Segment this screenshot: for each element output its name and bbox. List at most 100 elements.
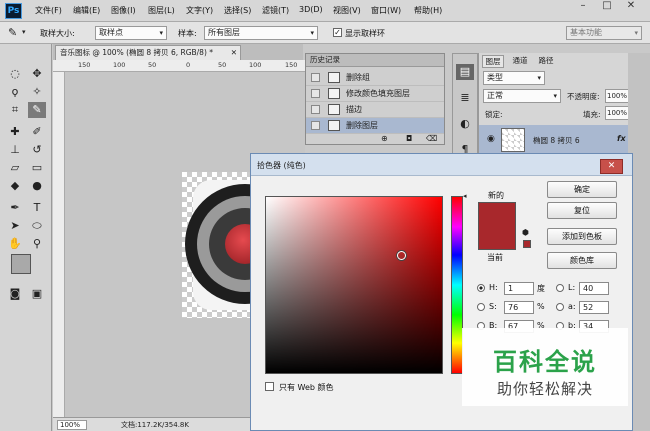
stamp-tool-icon[interactable]: ⊥ — [6, 142, 24, 158]
history-item[interactable]: 删除组 — [306, 70, 444, 86]
history-checkbox[interactable] — [311, 73, 320, 82]
new-document-from-state-icon[interactable]: ⊕ — [381, 134, 388, 143]
properties-panel-icon[interactable]: ≣ — [456, 90, 474, 106]
ok-button[interactable]: 确定 — [547, 181, 617, 198]
add-to-swatches-button[interactable]: 添加到色板 — [547, 228, 617, 245]
menu-3d[interactable]: 3D(D) — [299, 5, 323, 14]
show-ring-checkbox[interactable]: ✓ — [333, 28, 342, 37]
color-preview — [478, 202, 516, 250]
marquee-tool-icon[interactable]: ◌ — [6, 66, 24, 82]
eyedropper-tool-icon[interactable]: ✎ — [28, 102, 46, 118]
color-libraries-button[interactable]: 颜色库 — [547, 252, 617, 269]
move-tool-icon[interactable]: ✥ — [28, 66, 46, 82]
foreground-color-swatch[interactable] — [11, 254, 31, 274]
hand-tool-icon[interactable]: ✋ — [6, 236, 24, 252]
saturation-brightness-field[interactable] — [265, 196, 443, 374]
eye-visibility-icon[interactable]: ◉ — [487, 134, 495, 144]
lab-l-input[interactable]: 40 — [579, 282, 609, 295]
document-info[interactable]: 文档:117.2K/354.8K — [121, 420, 189, 430]
gradient-tool-icon[interactable]: ▭ — [28, 160, 46, 176]
snapshot-camera-icon[interactable]: ◘ — [406, 134, 412, 143]
current-color-swatch[interactable] — [479, 226, 515, 249]
lab-a-input[interactable]: 52 — [579, 301, 609, 314]
window-close-button[interactable]: ✕ — [620, 0, 642, 14]
eyedropper-icon[interactable]: ✎ — [8, 26, 17, 39]
saturation-input[interactable]: 76 — [504, 301, 534, 314]
sample-dropdown[interactable]: 所有图层 ▾ — [204, 26, 318, 40]
sample-size-dropdown[interactable]: 取样点 ▾ — [95, 26, 167, 40]
menu-window[interactable]: 窗口(W) — [371, 5, 401, 16]
web-safe-swatch[interactable] — [523, 240, 531, 248]
screen-mode-icon[interactable]: ▣ — [28, 286, 46, 302]
history-panel: 历史记录 删除组 修改颜色填充图层 描边 删除图层 ⊕ ◘ ⌫ — [305, 53, 445, 145]
tool-preset-chevron-icon[interactable]: ▾ — [22, 28, 26, 36]
menu-file[interactable]: 文件(F) — [35, 5, 62, 16]
hue-radio[interactable] — [477, 284, 485, 292]
layer-row-selected[interactable]: ◉ 椭圆 8 拷贝 6 fx — [479, 125, 629, 155]
crop-tool-icon[interactable]: ⌗ — [6, 102, 24, 118]
history-checkbox[interactable] — [311, 105, 320, 114]
minimize-button[interactable]: – — [572, 0, 594, 14]
menu-layer[interactable]: 图层(L) — [148, 5, 175, 16]
color-picker-circle-icon[interactable] — [397, 251, 406, 260]
zoom-tool-icon[interactable]: ⚲ — [28, 236, 46, 252]
brush-tool-icon[interactable]: ✐ — [28, 124, 46, 140]
ellipse-tool-icon[interactable]: ⬭ — [28, 218, 46, 234]
zoom-field[interactable]: 100% — [57, 420, 87, 430]
lasso-tool-icon[interactable]: ϙ — [6, 84, 24, 100]
menu-help[interactable]: 帮助(H) — [414, 5, 442, 16]
healing-tool-icon[interactable]: ✚ — [6, 124, 24, 140]
menu-edit[interactable]: 编辑(E) — [73, 5, 100, 16]
close-tab-icon[interactable]: ✕ — [231, 46, 237, 59]
history-tab[interactable]: 历史记录 — [306, 54, 444, 67]
blur-tool-icon[interactable]: ◆ — [6, 178, 24, 194]
workspace-dropdown[interactable]: 基本功能 ▾ — [566, 26, 642, 40]
dialog-close-button[interactable]: ✕ — [600, 159, 623, 174]
hue-input[interactable]: 1 — [504, 282, 534, 295]
history-panel-icon[interactable]: ▤ — [456, 64, 474, 80]
pen-tool-icon[interactable]: ✒ — [6, 200, 24, 216]
layer-name[interactable]: 椭圆 8 拷贝 6 — [533, 135, 580, 146]
fx-badge[interactable]: fx — [617, 134, 626, 143]
opacity-field[interactable]: 100% — [605, 89, 629, 103]
web-colors-checkbox[interactable] — [265, 382, 274, 391]
history-item[interactable]: 修改颜色填充图层 — [306, 86, 444, 102]
quick-select-tool-icon[interactable]: ✧ — [28, 84, 46, 100]
restore-button[interactable]: □ — [596, 0, 618, 14]
tab-paths[interactable]: 路径 — [535, 55, 557, 68]
saturation-radio[interactable] — [477, 303, 485, 311]
history-state-icon — [328, 104, 340, 115]
dodge-tool-icon[interactable]: ● — [28, 178, 46, 194]
adjustments-panel-icon[interactable]: ◐ — [456, 116, 474, 132]
tab-channels[interactable]: 通道 — [509, 55, 531, 68]
menu-type[interactable]: 文字(Y) — [186, 5, 213, 16]
fill-field[interactable]: 100% — [605, 106, 629, 120]
history-brush-icon[interactable]: ↺ — [28, 142, 46, 158]
history-checkbox[interactable] — [311, 121, 320, 130]
history-state-icon — [328, 72, 340, 83]
lab-a-radio[interactable] — [556, 303, 564, 311]
menu-image[interactable]: 图像(I) — [111, 5, 136, 16]
eraser-tool-icon[interactable]: ▱ — [6, 160, 24, 176]
reset-button[interactable]: 复位 — [547, 202, 617, 219]
quick-mask-icon[interactable]: ◙ — [6, 286, 24, 302]
type-tool-icon[interactable]: T — [28, 200, 46, 216]
trash-icon[interactable]: ⌫ — [426, 134, 437, 143]
history-item[interactable]: 描边 — [306, 102, 444, 118]
web-colors-label: 只有 Web 颜色 — [279, 383, 334, 392]
blend-mode-dropdown[interactable]: 正常 ▾ — [483, 89, 561, 103]
hue-slider-handle-icon[interactable]: ◂ — [463, 192, 467, 200]
path-select-tool-icon[interactable]: ➤ — [6, 218, 24, 234]
tab-layers[interactable]: 图层 — [482, 55, 504, 68]
history-checkbox[interactable] — [311, 89, 320, 98]
menu-filter[interactable]: 滤镜(T) — [262, 5, 289, 16]
layer-kind-filter[interactable]: 类型 ▾ — [483, 71, 545, 85]
gamut-cube-icon[interactable]: ⬢ — [522, 228, 529, 237]
menu-select[interactable]: 选择(S) — [224, 5, 251, 16]
document-tab[interactable]: 音乐图标 @ 100% (椭圆 8 拷贝 6, RGB/8) * ✕ — [55, 45, 241, 60]
menu-view[interactable]: 视图(V) — [333, 5, 361, 16]
chevron-down-icon: ▾ — [159, 29, 163, 37]
lab-l-radio[interactable] — [556, 284, 564, 292]
dialog-title: 拾色器 (纯色) — [257, 161, 306, 170]
history-item-selected[interactable]: 删除图层 — [306, 118, 444, 134]
